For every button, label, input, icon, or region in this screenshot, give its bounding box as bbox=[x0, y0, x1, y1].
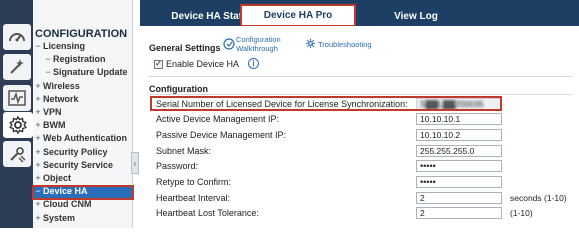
configuration-title: Configuration bbox=[149, 84, 208, 94]
section-divider bbox=[148, 76, 573, 77]
expand-icon[interactable]: + bbox=[33, 94, 43, 104]
section-divider bbox=[148, 94, 573, 95]
nav-title: CONFIGURATION bbox=[35, 28, 128, 40]
maintenance-icon[interactable] bbox=[3, 141, 31, 167]
password-field[interactable]: ••••• bbox=[416, 160, 502, 172]
field-hint: (1-10) bbox=[510, 208, 533, 218]
nav-item-label: Cloud CNM bbox=[43, 199, 92, 210]
nav-item-bwm[interactable]: + BWM bbox=[33, 120, 133, 133]
nav-item-device-ha[interactable]: − Device HA bbox=[32, 185, 134, 201]
nav-item-label: BWM bbox=[43, 120, 66, 131]
nav-item-cloud-cnm[interactable]: + Cloud CNM bbox=[33, 199, 133, 212]
nav-item-registration[interactable]: − Registration bbox=[33, 54, 133, 67]
walkthrough-icon[interactable] bbox=[223, 38, 235, 50]
field-label: Heartbeat Lost Tolerance: bbox=[156, 208, 259, 218]
info-icon[interactable]: i bbox=[248, 58, 259, 69]
activity-graph-icon[interactable] bbox=[3, 85, 31, 111]
nav-item-web-authentication[interactable]: + Web Authentication bbox=[33, 133, 133, 146]
field-hint: seconds (1-10) bbox=[510, 193, 567, 203]
expand-icon[interactable]: + bbox=[33, 160, 43, 170]
nav-item-wireless[interactable]: + Wireless bbox=[33, 81, 133, 94]
nav-item-label: Wireless bbox=[43, 80, 80, 91]
expand-icon[interactable]: + bbox=[33, 199, 43, 209]
serial-number-highlight bbox=[150, 96, 502, 111]
nav-item-security-policy[interactable]: + Security Policy bbox=[33, 147, 133, 160]
troubleshooting-icon[interactable] bbox=[305, 38, 316, 49]
nav-item-label: Signature Update bbox=[53, 67, 128, 78]
nav-item-label: Web Authentication bbox=[43, 133, 127, 144]
nav-item-label: Network bbox=[43, 93, 79, 104]
nav-item-vpn[interactable]: + VPN bbox=[33, 107, 133, 120]
field-label: Active Device Management IP: bbox=[156, 114, 280, 124]
enable-device-ha-label: Enable Device HA bbox=[166, 59, 240, 69]
nav-item-signature-update[interactable]: − Signature Update bbox=[33, 67, 133, 80]
active-ip-field[interactable]: 10.10.10.1 bbox=[416, 113, 502, 125]
heartbeat-interval-field[interactable]: 2 bbox=[416, 192, 502, 204]
general-settings-title: General Settings bbox=[149, 43, 221, 53]
passive-ip-field[interactable]: 10.10.10.2 bbox=[416, 129, 502, 141]
collapse-icon[interactable]: − bbox=[43, 67, 53, 77]
nav-item-label: System bbox=[43, 212, 76, 223]
collapse-icon[interactable]: − bbox=[33, 41, 43, 51]
field-value: 255.255.255.0 bbox=[420, 146, 475, 156]
expand-icon[interactable]: + bbox=[33, 173, 43, 183]
field-label: Password: bbox=[156, 161, 199, 171]
nav-item-label: Registration bbox=[53, 54, 106, 65]
field-label: Retype to Confirm: bbox=[156, 177, 232, 187]
nav-item-label: VPN bbox=[43, 107, 62, 117]
nav-item-label: Object bbox=[43, 173, 72, 183]
field-label: Passive Device Management IP: bbox=[156, 130, 287, 140]
expand-icon[interactable]: + bbox=[33, 107, 43, 117]
expand-icon[interactable]: + bbox=[33, 133, 43, 143]
expand-icon[interactable]: + bbox=[33, 81, 43, 91]
enable-device-ha-row[interactable]: ✓ Enable Device HA bbox=[154, 59, 239, 69]
field-label: Heartbeat Interval: bbox=[156, 193, 231, 203]
settings-gear-icon[interactable] bbox=[3, 112, 33, 138]
field-value: ••••• bbox=[420, 177, 436, 187]
collapse-icon[interactable]: − bbox=[33, 186, 43, 196]
collapse-sidebar-handle[interactable]: ‹ bbox=[131, 152, 139, 174]
nav-item-object[interactable]: + Object bbox=[33, 173, 133, 186]
field-value: 10.10.10.1 bbox=[420, 114, 461, 124]
field-label: Subnet Mask: bbox=[156, 146, 212, 156]
expand-icon[interactable]: + bbox=[33, 147, 43, 157]
nav-item-network[interactable]: + Network bbox=[33, 94, 133, 107]
dashboard-icon[interactable] bbox=[3, 24, 31, 50]
icon-rail bbox=[0, 0, 33, 228]
tab-device-ha-pro[interactable]: Device HA Pro bbox=[240, 4, 356, 27]
enable-device-ha-checkbox[interactable]: ✓ bbox=[154, 59, 163, 69]
subnet-mask-field[interactable]: 255.255.255.0 bbox=[416, 145, 502, 157]
heartbeat-tolerance-field[interactable]: 2 bbox=[416, 207, 502, 219]
nav-item-label: Security Policy bbox=[43, 146, 108, 157]
nav-item-system[interactable]: + System bbox=[33, 213, 133, 226]
field-value: ••••• bbox=[420, 161, 436, 171]
field-value: 2 bbox=[420, 208, 425, 218]
monitor-wand-icon[interactable] bbox=[3, 54, 31, 80]
expand-icon[interactable]: + bbox=[33, 120, 43, 130]
troubleshooting-link[interactable]: Troubleshooting bbox=[318, 40, 372, 49]
expand-icon[interactable]: + bbox=[33, 213, 43, 223]
retype-password-field[interactable]: ••••• bbox=[416, 176, 502, 188]
nav-item-label: Device HA bbox=[43, 186, 88, 197]
collapse-icon[interactable]: − bbox=[43, 54, 53, 64]
nav-item-licensing[interactable]: − Licensing bbox=[33, 41, 133, 54]
configuration-walkthrough-link[interactable]: Configuration Walkthrough bbox=[236, 35, 281, 53]
main-content: General Settings Configuration Walkthrou… bbox=[140, 26, 579, 228]
navigation-tree: CONFIGURATION − Licensing − Registration − Si… bbox=[32, 0, 134, 228]
tab-bar: Device HA Status Device HA Pro View Log bbox=[140, 0, 579, 27]
tab-view-log[interactable]: View Log bbox=[381, 8, 451, 26]
field-value: 10.10.10.2 bbox=[420, 130, 461, 140]
field-value: 2 bbox=[420, 193, 425, 203]
nav-item-security-service[interactable]: + Security Service bbox=[33, 160, 133, 173]
nav-item-label: Licensing bbox=[43, 41, 86, 51]
nav-item-label: Security Service bbox=[43, 159, 114, 170]
